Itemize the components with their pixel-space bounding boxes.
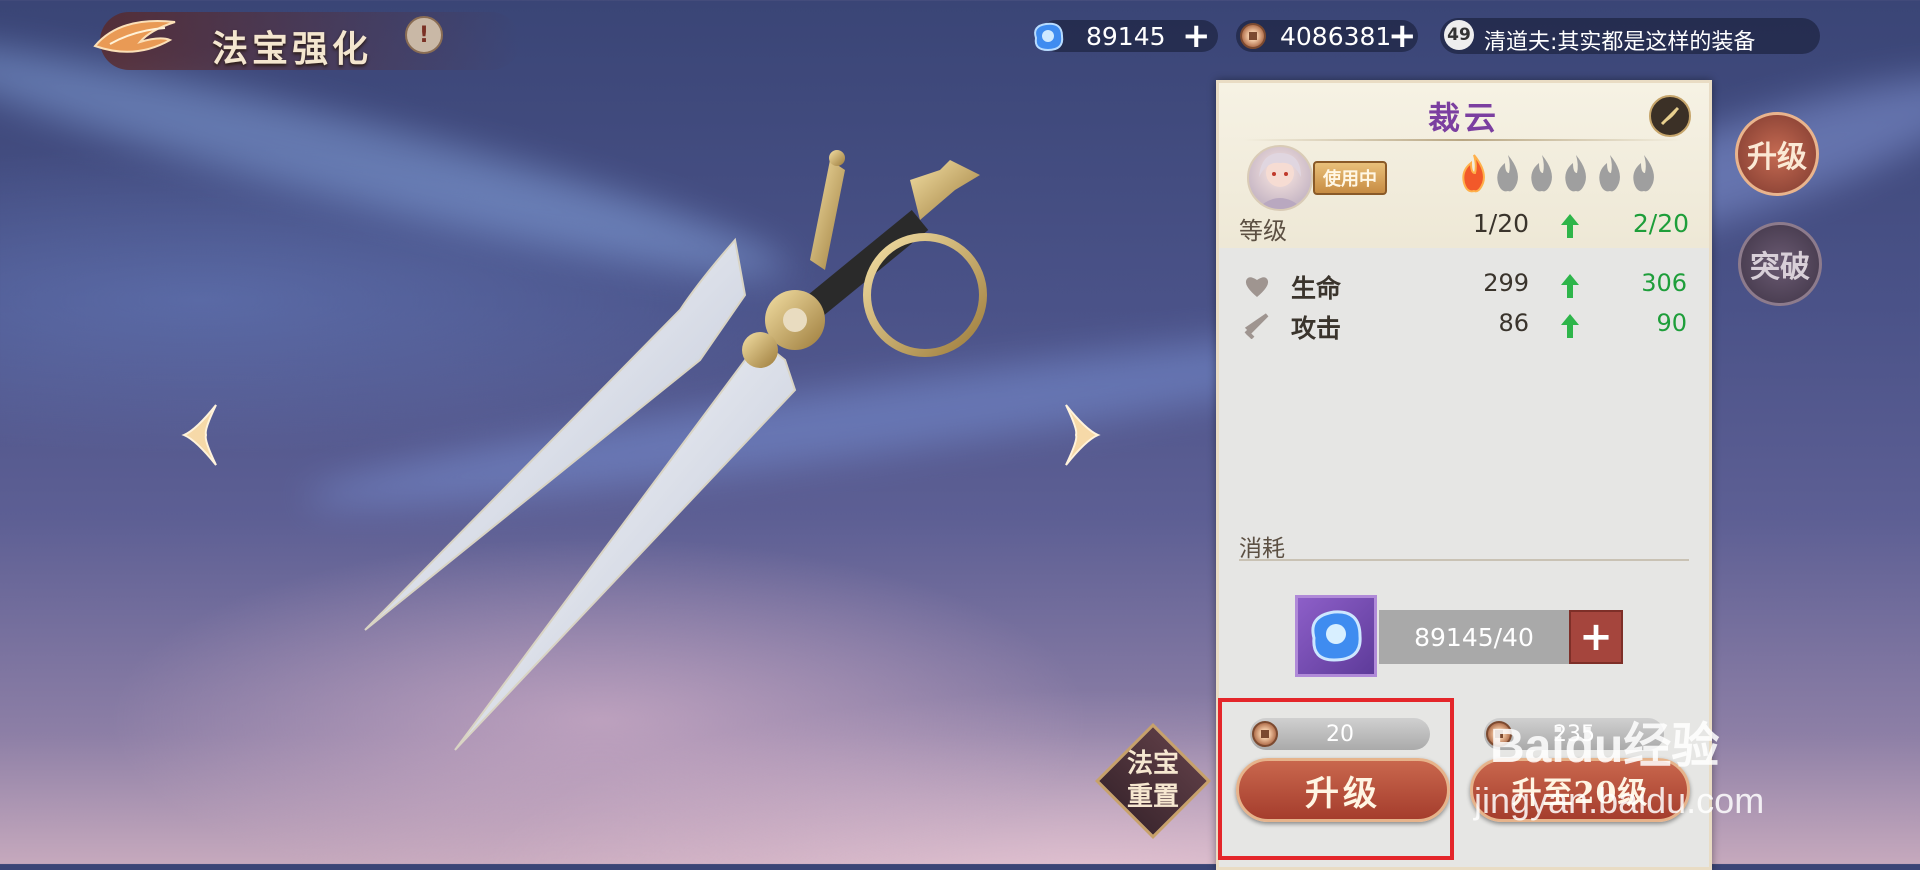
coin-amount: 4086381 — [1280, 21, 1392, 51]
stat-row-attack: 攻击 86 90 — [1239, 309, 1689, 343]
next-weapon-arrow-icon[interactable] — [1056, 400, 1106, 470]
stat-next: 306 — [1641, 269, 1687, 297]
stat-next: 90 — [1656, 309, 1687, 337]
previous-weapon-arrow-icon[interactable] — [176, 400, 226, 470]
stat-current: 86 — [1498, 309, 1529, 337]
increase-arrow-icon — [1561, 214, 1579, 238]
increase-arrow-icon — [1561, 274, 1579, 298]
flame-unlit-icon — [1599, 155, 1620, 192]
tutorial-highlight-box — [1218, 698, 1454, 860]
increase-arrow-icon — [1561, 314, 1579, 338]
chat-ticker[interactable]: 49 清道夫:其实都是这样的装备 — [1440, 18, 1820, 54]
flame-unlit-icon — [1565, 155, 1586, 192]
heart-icon — [1245, 277, 1269, 297]
material-item-slot[interactable] — [1295, 595, 1377, 677]
blue-crystal-icon — [1034, 22, 1064, 52]
player-level-badge: 49 — [1444, 20, 1474, 50]
add-material-button[interactable]: + — [1569, 610, 1623, 664]
coin-resource: 4086381 — [1280, 18, 1391, 54]
weapon-model-scissors — [364, 150, 987, 751]
leaf-emblem-icon — [93, 20, 176, 53]
copper-coin-icon — [1240, 23, 1266, 49]
level-label: 等级 — [1239, 217, 1287, 245]
level-current: 1/20 — [1472, 209, 1529, 238]
crystal-resource: 89145 — [1086, 18, 1166, 54]
tab-breakthrough[interactable]: 突破 — [1738, 222, 1822, 306]
info-button[interactable]: ! — [405, 16, 443, 54]
feather-edit-icon[interactable] — [1649, 95, 1691, 137]
divider — [1243, 139, 1683, 141]
reset-weapon-label: 法宝 重置 — [1112, 748, 1194, 814]
chat-message: 清道夫:其实都是这样的装备 — [1484, 30, 1756, 54]
reset-label-line2: 重置 — [1126, 782, 1179, 812]
sword-icon — [1244, 313, 1269, 339]
avatar — [1247, 145, 1313, 211]
equipped-badge: 使用中 — [1313, 161, 1387, 195]
flame-unlit-icon — [1633, 155, 1654, 192]
star-flames — [1459, 153, 1659, 193]
weapon-name: 裁云 — [1427, 99, 1500, 137]
baidu-watermark-logo: Baidu经验 — [1490, 720, 1720, 773]
stat-current: 299 — [1483, 269, 1529, 297]
cost-label: 消耗 — [1239, 536, 1285, 562]
tab-upgrade[interactable]: 升级 — [1735, 112, 1819, 196]
stat-label: 生命 — [1291, 274, 1342, 303]
stat-label: 攻击 — [1291, 314, 1342, 343]
plus-icon: + — [1182, 16, 1211, 56]
flame-unlit-icon — [1497, 155, 1518, 192]
baidu-watermark-url: jingyan.baidu.com — [1474, 780, 1765, 821]
crystal-add-button[interactable]: + — [1182, 18, 1211, 54]
plus-icon: + — [1388, 16, 1417, 56]
stat-row-hp: 生命 299 306 — [1239, 269, 1689, 303]
coin-add-button[interactable]: + — [1388, 18, 1417, 54]
reset-label-line1: 法宝 — [1126, 749, 1179, 779]
divider — [1239, 559, 1689, 561]
material-amount: 89145/40 — [1379, 610, 1569, 664]
flame-lit-icon — [1462, 154, 1485, 193]
blue-crystal-icon — [1311, 610, 1362, 662]
crystal-amount: 89145 — [1086, 21, 1166, 51]
level-next: 2/20 — [1632, 209, 1689, 238]
flame-unlit-icon — [1531, 155, 1552, 192]
page-title: 法宝强化 — [212, 28, 373, 70]
